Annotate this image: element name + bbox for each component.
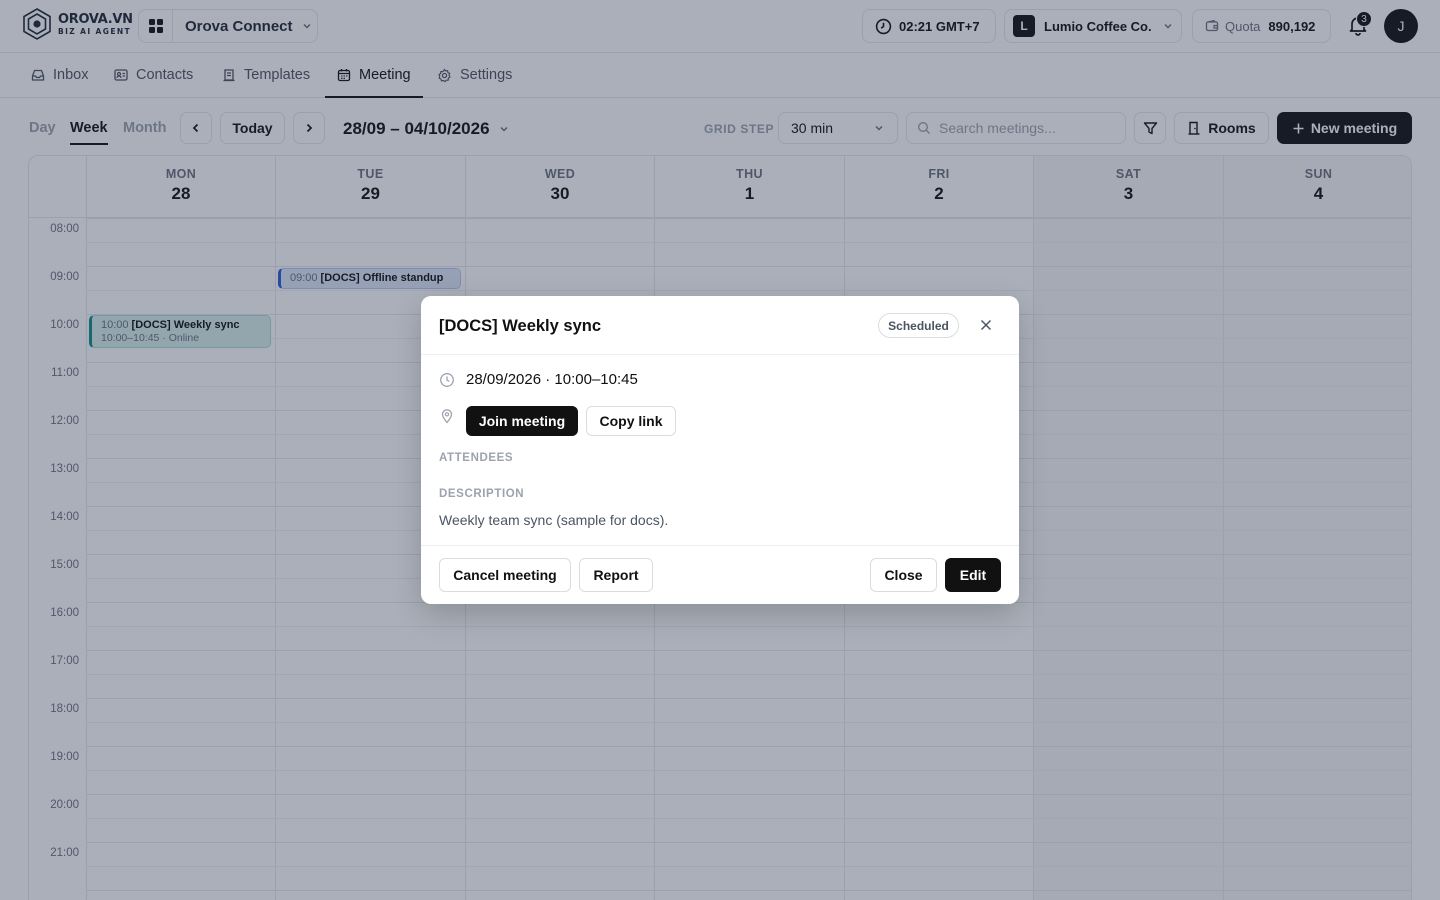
- meeting-datetime-row: 28/09/2026 · 10:00–10:45: [439, 371, 638, 388]
- close-button[interactable]: Close: [870, 558, 937, 592]
- modal-header: [DOCS] Weekly sync Scheduled: [421, 296, 1019, 355]
- cancel-meeting-button[interactable]: Cancel meeting: [439, 558, 571, 592]
- report-button[interactable]: Report: [579, 558, 653, 592]
- meeting-location-row: Join meeting Copy link: [439, 406, 676, 436]
- status-badge: Scheduled: [878, 313, 959, 338]
- meeting-details-modal: [DOCS] Weekly sync Scheduled 28/09/2026 …: [421, 296, 1019, 604]
- clock-icon: [440, 372, 454, 387]
- close-icon[interactable]: [978, 317, 994, 333]
- copy-link-button[interactable]: Copy link: [586, 406, 676, 436]
- location-pin-icon: [441, 409, 453, 424]
- description-label: DESCRIPTION: [439, 488, 525, 500]
- attendees-label: ATTENDEES: [439, 452, 514, 464]
- join-meeting-button[interactable]: Join meeting: [466, 406, 578, 436]
- meeting-title: [DOCS] Weekly sync: [439, 317, 602, 335]
- meeting-calendar-page: OROVA.VN BIZ AI AGENT Orova Connect 02:2…: [0, 0, 1440, 900]
- meeting-description: Weekly team sync (sample for docs).: [439, 512, 669, 528]
- edit-button[interactable]: Edit: [945, 558, 1001, 592]
- meeting-datetime: 28/09/2026 · 10:00–10:45: [466, 371, 638, 388]
